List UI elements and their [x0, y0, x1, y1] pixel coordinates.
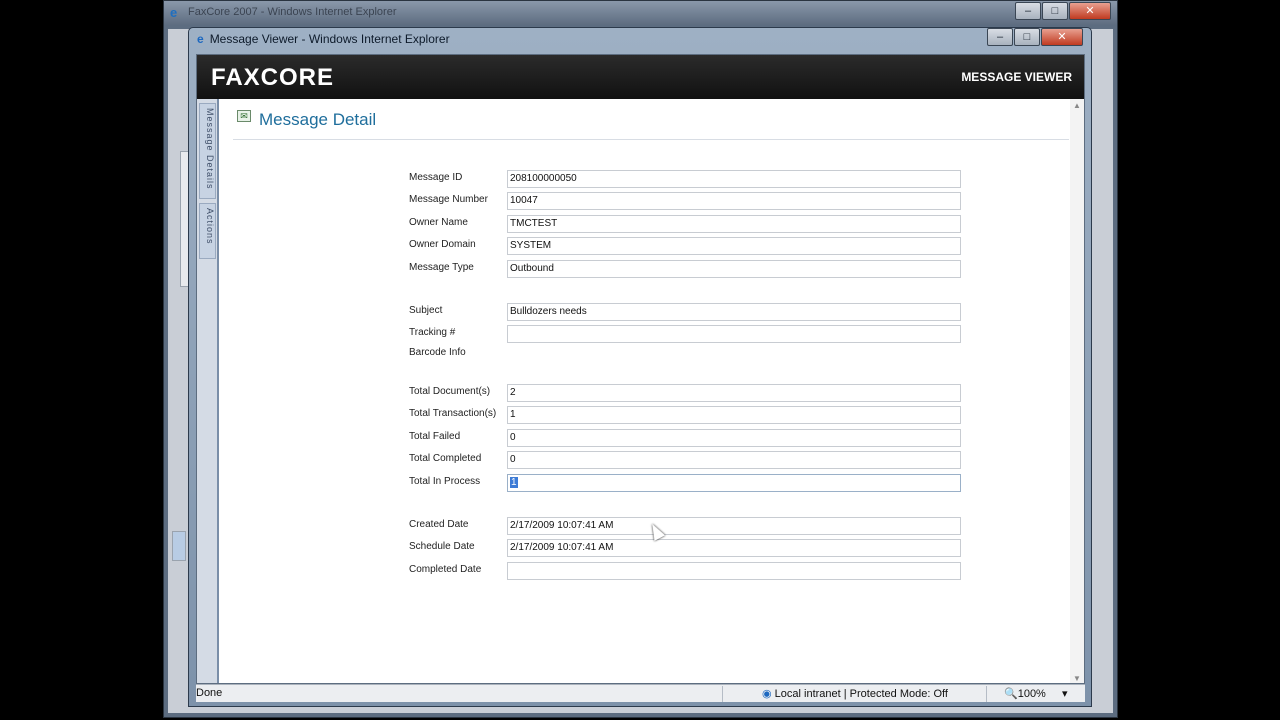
security-zone-label: Local intranet | Protected Mode: Off [774, 688, 948, 700]
tracking-label: Tracking # [409, 327, 456, 338]
barcode-info-label: Barcode Info [409, 347, 466, 358]
message-type-label: Message Type [409, 262, 474, 273]
tracking-field[interactable] [507, 325, 961, 343]
total-failed-field[interactable]: 0 [507, 429, 961, 447]
total-transactions-field[interactable]: 1 [507, 406, 961, 424]
window-title-bar: e Message Viewer - Windows Internet Explo… [197, 32, 450, 46]
total-completed-field[interactable]: 0 [507, 451, 961, 469]
message-viewer-window: e Message Viewer - Windows Internet Explo… [188, 27, 1092, 707]
message-number-field[interactable]: 10047 [507, 192, 961, 210]
selected-value: 1 [510, 477, 518, 488]
owner-domain-label: Owner Domain [409, 239, 476, 250]
schedule-date-field[interactable]: 2/17/2009 10:07:41 AM [507, 539, 961, 557]
background-maximize-button[interactable]: □ [1042, 2, 1068, 20]
subject-label: Subject [409, 305, 443, 316]
message-id-label: Message ID [409, 172, 463, 183]
status-text: Done [196, 687, 223, 699]
window-controls: – □ ✕ [986, 28, 1083, 46]
faxcore-logo: FAXCORE [211, 64, 335, 91]
total-transactions-label: Total Transaction(s) [409, 408, 497, 419]
section-title: MESSAGE VIEWER [961, 70, 1072, 84]
tab-message-details[interactable]: Message Details [199, 103, 216, 199]
background-window-controls: – □ ✕ [1014, 2, 1111, 20]
completed-date-label: Completed Date [409, 564, 482, 575]
page-content: FAXCORE MESSAGE VIEWER Message Details A… [196, 54, 1085, 684]
subject-field[interactable]: Bulldozers needs [507, 303, 961, 321]
message-id-field[interactable]: 208100000050 [507, 170, 961, 188]
status-bar: Done ◉ Local intranet | Protected Mode: … [196, 684, 1085, 702]
owner-name-field[interactable]: TMCTEST [507, 215, 961, 233]
magnifier-icon: 🔍 [1004, 688, 1018, 700]
globe-icon: ◉ [762, 688, 772, 700]
background-close-button[interactable]: ✕ [1069, 2, 1111, 20]
background-panel-selected [172, 531, 186, 561]
background-window-title: FaxCore 2007 - Windows Internet Explorer [188, 6, 397, 18]
zoom-level[interactable]: 🔍100% [1004, 687, 1046, 700]
maximize-button[interactable]: □ [1014, 28, 1040, 46]
owner-domain-field[interactable]: SYSTEM [507, 237, 961, 255]
side-tabs: Message Details Actions [197, 99, 219, 683]
created-date-label: Created Date [409, 519, 469, 530]
ie-icon: e [197, 32, 204, 46]
total-failed-label: Total Failed [409, 431, 461, 442]
total-completed-label: Total Completed [409, 453, 482, 464]
close-button[interactable]: ✕ [1041, 28, 1083, 46]
tab-actions[interactable]: Actions [199, 203, 216, 259]
status-divider [722, 686, 723, 702]
background-title-bar: e FaxCore 2007 - Windows Internet Explor… [164, 1, 1117, 25]
detail-header: ✉ Message Detail [233, 104, 1069, 140]
background-minimize-button[interactable]: – [1015, 2, 1041, 20]
scroll-down-icon[interactable]: ▼ [1073, 674, 1081, 683]
message-icon: ✉ [237, 110, 251, 122]
message-type-field[interactable]: Outbound [507, 260, 961, 278]
total-documents-label: Total Document(s) [409, 386, 491, 397]
zoom-dropdown-icon[interactable]: ▾ [1062, 687, 1068, 700]
minimize-button[interactable]: – [987, 28, 1013, 46]
vertical-scrollbar[interactable]: ▲ ▼ [1070, 99, 1084, 683]
status-divider [986, 686, 987, 702]
total-in-process-label: Total In Process [409, 476, 481, 487]
page-title: Message Detail [259, 110, 377, 129]
message-number-label: Message Number [409, 194, 488, 205]
security-zone[interactable]: ◉ Local intranet | Protected Mode: Off [762, 687, 948, 700]
total-documents-field[interactable]: 2 [507, 384, 961, 402]
owner-name-label: Owner Name [409, 217, 468, 228]
completed-date-field[interactable] [507, 562, 961, 580]
zoom-value: 100% [1017, 688, 1046, 700]
scroll-up-icon[interactable]: ▲ [1073, 101, 1081, 110]
total-in-process-field[interactable]: 1 [507, 474, 961, 492]
ie-icon: e [170, 5, 178, 20]
created-date-field[interactable]: 2/17/2009 10:07:41 AM [507, 517, 961, 535]
schedule-date-label: Schedule Date [409, 541, 475, 552]
window-title: Message Viewer - Windows Internet Explor… [209, 32, 450, 46]
app-header: FAXCORE MESSAGE VIEWER [197, 55, 1084, 99]
